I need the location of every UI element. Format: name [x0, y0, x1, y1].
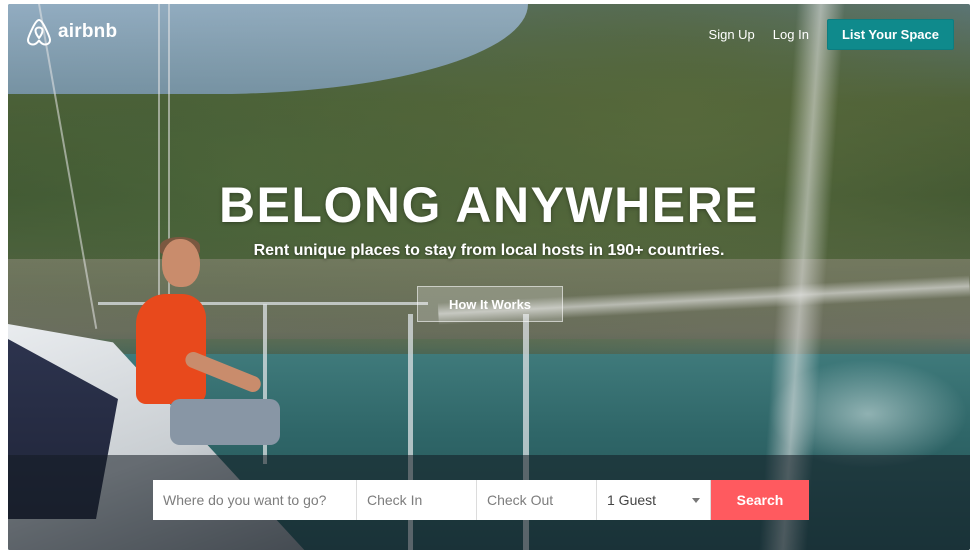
top-nav: Sign Up Log In List Your Space — [709, 19, 954, 50]
how-it-works-button[interactable]: How It Works — [417, 286, 563, 322]
search-bar: Where do you want to go? Check In Check … — [153, 480, 809, 520]
destination-input[interactable]: Where do you want to go? — [153, 480, 357, 520]
airbnb-belo-icon — [26, 18, 52, 46]
airbnb-logo[interactable]: airbnb — [26, 18, 117, 46]
hero-headline: BELONG ANYWHERE — [218, 177, 760, 233]
person-shirt — [136, 294, 206, 404]
logo-text: airbnb — [58, 21, 118, 42]
chevron-down-icon — [692, 497, 700, 503]
check-in-input[interactable]: Check In — [357, 480, 477, 520]
person-image — [136, 237, 280, 469]
hero-subheadline: Rent unique places to stay from local ho… — [253, 242, 725, 259]
hero-frame: airbnb Sign Up Log In List Your Space BE… — [8, 4, 970, 550]
check-out-input[interactable]: Check Out — [477, 480, 597, 520]
guests-value: 1 Guest — [607, 492, 657, 508]
list-your-space-button[interactable]: List Your Space — [826, 19, 954, 50]
person-legs — [170, 399, 280, 445]
search-button[interactable]: Search — [711, 480, 809, 520]
sign-up-link[interactable]: Sign Up — [709, 27, 755, 42]
guests-select[interactable]: 1 Guest — [597, 480, 711, 520]
log-in-link[interactable]: Log In — [773, 27, 809, 42]
